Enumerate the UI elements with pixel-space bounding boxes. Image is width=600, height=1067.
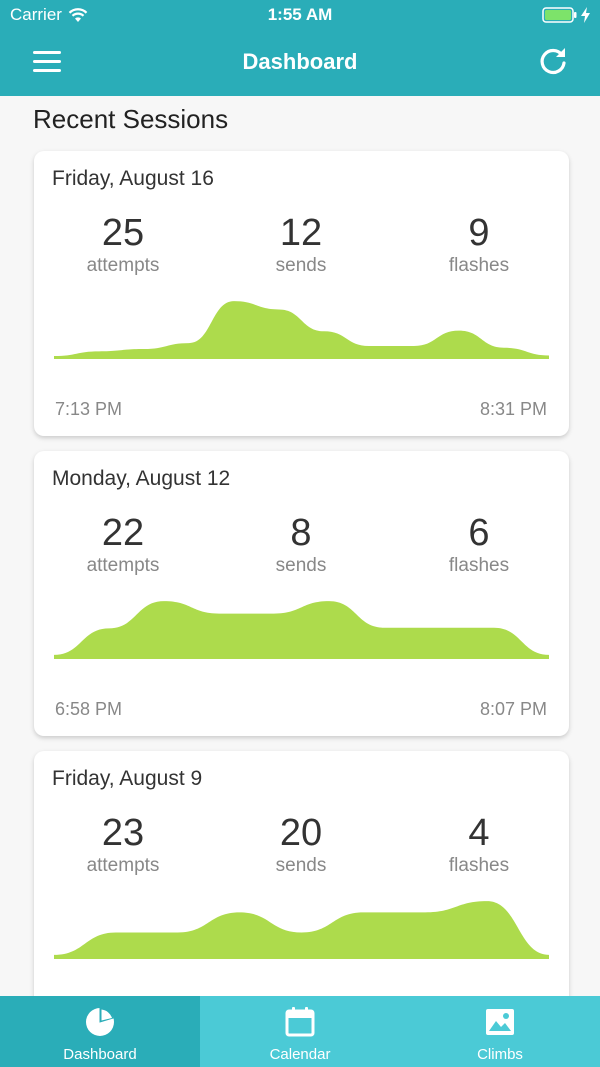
flashes-label: flashes <box>448 255 510 276</box>
session-card[interactable]: Friday, August 9 23 attempts 20 sends 4 … <box>34 751 569 1036</box>
attempts-stat: 23 attempts <box>33 811 213 877</box>
tab-bar: Dashboard Calendar Climbs <box>0 996 600 1067</box>
session-start-time: 7:13 PM <box>55 399 123 419</box>
tab-calendar[interactable]: Calendar <box>200 996 400 1067</box>
tab-label: Dashboard <box>63 1046 137 1063</box>
attempts-count: 23 <box>101 812 145 854</box>
charging-bolt-icon <box>581 7 590 23</box>
navigation-bar: Dashboard <box>0 30 600 96</box>
session-date: Friday, August 9 <box>52 767 203 790</box>
session-card[interactable]: Monday, August 12 22 attempts 8 sends 6 … <box>34 451 569 736</box>
tab-climbs[interactable]: Climbs <box>400 996 600 1067</box>
session-date: Friday, August 16 <box>52 167 214 190</box>
activity-chart <box>54 601 549 659</box>
session-start-time: 6:58 PM <box>55 699 123 719</box>
flashes-label: flashes <box>448 855 510 876</box>
session-card[interactable]: Friday, August 16 25 attempts 12 sends 9… <box>34 151 569 436</box>
status-time: 1:55 AM <box>267 5 333 24</box>
tab-dashboard[interactable]: Dashboard <box>0 996 200 1067</box>
refresh-icon <box>540 48 566 75</box>
activity-area <box>54 601 549 659</box>
activity-chart <box>54 301 549 359</box>
activity-chart <box>54 901 549 959</box>
sends-stat: 12 sends <box>211 211 391 277</box>
session-date: Monday, August 12 <box>52 467 231 490</box>
image-icon <box>486 1009 514 1035</box>
sends-count: 12 <box>279 212 323 254</box>
attempts-label: attempts <box>86 255 160 276</box>
status-bar: Carrier 1:55 AM <box>0 0 600 30</box>
battery-indicator <box>542 7 590 23</box>
flashes-count: 4 <box>468 812 490 854</box>
activity-area <box>54 901 549 959</box>
tab-label: Climbs <box>477 1046 523 1063</box>
flashes-label: flashes <box>448 555 510 576</box>
sends-count: 20 <box>279 812 323 854</box>
flashes-stat: 9 flashes <box>389 211 569 277</box>
flashes-count: 6 <box>468 512 490 554</box>
refresh-button[interactable] <box>536 44 570 78</box>
page-title: Dashboard <box>242 49 358 74</box>
activity-area <box>54 301 549 359</box>
sends-label: sends <box>275 855 327 876</box>
attempts-count: 25 <box>101 212 145 254</box>
tab-label: Calendar <box>269 1046 331 1063</box>
session-end-time: 8:07 PM <box>479 699 547 719</box>
section-title: Recent Sessions <box>33 104 229 134</box>
pie-chart-icon <box>86 1007 114 1036</box>
flashes-count: 9 <box>468 212 490 254</box>
attempts-label: attempts <box>86 555 160 576</box>
session-end-time: 8:31 PM <box>479 399 547 419</box>
flashes-stat: 6 flashes <box>389 511 569 577</box>
attempts-label: attempts <box>86 855 160 876</box>
attempts-stat: 25 attempts <box>33 211 213 277</box>
sends-stat: 20 sends <box>211 811 391 877</box>
sends-label: sends <box>275 555 327 576</box>
sends-stat: 8 sends <box>211 511 391 577</box>
attempts-stat: 22 attempts <box>33 511 213 577</box>
attempts-count: 22 <box>101 512 145 554</box>
sends-count: 8 <box>290 512 312 554</box>
sends-label: sends <box>275 255 327 276</box>
battery-icon <box>542 7 577 23</box>
calendar-icon <box>285 1007 315 1037</box>
flashes-stat: 4 flashes <box>389 811 569 877</box>
